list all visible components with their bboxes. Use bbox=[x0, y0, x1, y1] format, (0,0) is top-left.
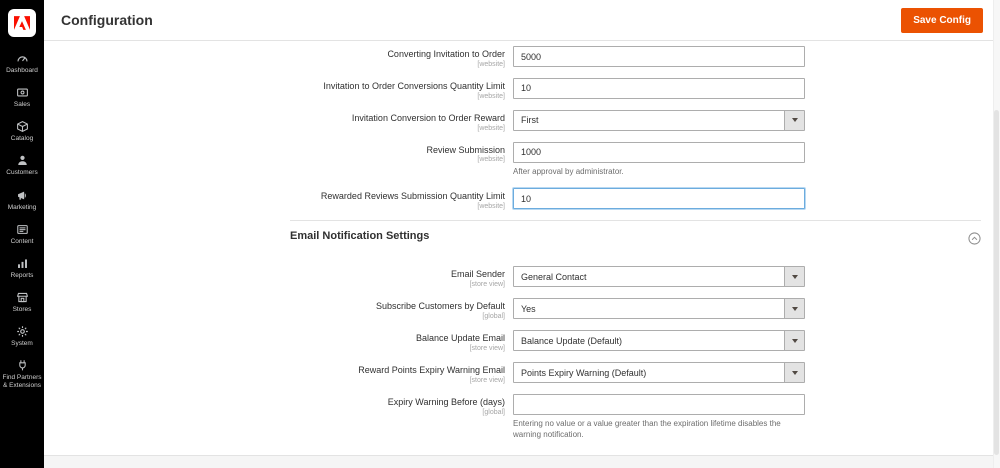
field-scope: [website] bbox=[477, 124, 505, 132]
select-value: First bbox=[521, 115, 539, 126]
field-scope: [global] bbox=[482, 313, 505, 321]
subscribe-customers-default-select[interactable]: Yes bbox=[513, 298, 805, 320]
scrollbar-thumb[interactable] bbox=[994, 110, 999, 455]
field-label: Rewarded Reviews Submission Quantity Lim… bbox=[320, 191, 505, 202]
catalog-icon bbox=[16, 121, 28, 133]
field-scope: [store view] bbox=[469, 281, 505, 289]
sidebar-item-marketing[interactable]: Marketing bbox=[0, 189, 44, 212]
chevron-down-icon bbox=[784, 267, 804, 287]
chevron-down-icon bbox=[784, 363, 804, 383]
field-label: Expiry Warning Before (days) bbox=[387, 396, 505, 407]
sidebar-item-find-partners-extensions[interactable]: Find Partners & Extensions bbox=[0, 359, 44, 390]
field-label: Balance Update Email bbox=[415, 333, 505, 344]
field-row-expiry-warning-before-days: Expiry Warning Before (days) [global] En… bbox=[44, 393, 993, 441]
field-scope: [store view] bbox=[469, 344, 505, 352]
email-notification-settings-section: Email Notification Settings bbox=[290, 220, 981, 245]
field-row-subscribe-customers-default: Subscribe Customers by Default [global] … bbox=[44, 298, 993, 321]
adobe-a-icon bbox=[14, 16, 30, 30]
field-row-converting-invitation-to-order: Converting Invitation to Order [website] bbox=[44, 46, 993, 69]
chevron-up-circle-icon bbox=[968, 232, 981, 245]
field-label: Converting Invitation to Order bbox=[387, 49, 505, 59]
field-label: Review Submission bbox=[426, 144, 505, 155]
sidebar-item-label: Reports bbox=[10, 271, 34, 279]
sidebar-item-label: Content bbox=[10, 237, 34, 245]
sidebar-item-dashboard[interactable]: Dashboard bbox=[0, 52, 44, 75]
sidebar-item-catalog[interactable]: Catalog bbox=[0, 120, 44, 143]
sidebar-item-content[interactable]: Content bbox=[0, 223, 44, 246]
content-icon bbox=[16, 224, 28, 234]
field-row-review-submission: Review Submission [website] After approv… bbox=[44, 141, 993, 178]
customers-icon bbox=[17, 156, 27, 166]
sidebar-item-label: Dashboard bbox=[6, 67, 38, 74]
system-icon bbox=[16, 326, 28, 337]
rewarded-reviews-qty-limit-input[interactable] bbox=[513, 188, 805, 210]
sidebar-nav: Dashboard Sales Catalog Customers Market… bbox=[0, 52, 44, 390]
vertical-scrollbar[interactable] bbox=[993, 0, 1000, 468]
sidebar-item-customers[interactable]: Customers bbox=[0, 154, 44, 177]
sidebar-item-label: Catalog bbox=[10, 135, 34, 143]
chevron-down-icon bbox=[784, 331, 804, 351]
select-value: Yes bbox=[521, 303, 536, 314]
field-scope: [website] bbox=[477, 203, 505, 211]
chevron-down-icon bbox=[784, 110, 804, 130]
section-title: Email Notification Settings bbox=[290, 229, 430, 242]
review-submission-input[interactable] bbox=[513, 141, 805, 163]
sidebar-item-label: Sales bbox=[13, 101, 31, 109]
field-label: Invitation Conversion to Order Reward bbox=[351, 112, 505, 123]
adobe-logo[interactable] bbox=[8, 9, 36, 37]
field-note: Entering no value or a value greater tha… bbox=[513, 418, 781, 439]
sidebar-item-label: Marketing bbox=[7, 203, 37, 211]
sidebar-item-system[interactable]: System bbox=[0, 325, 44, 348]
field-note: After approval by administrator. bbox=[513, 166, 624, 176]
invitation-conversion-reward-select[interactable]: First bbox=[513, 109, 805, 131]
sidebar-item-stores[interactable]: Stores bbox=[0, 291, 44, 314]
config-form: Converting Invitation to Order [website]… bbox=[44, 41, 993, 455]
field-row-invitation-conversion-reward: Invitation Conversion to Order Reward [w… bbox=[44, 109, 993, 133]
field-row-balance-update-email: Balance Update Email [store view] Balanc… bbox=[44, 330, 993, 353]
select-value: Balance Update (Default) bbox=[521, 335, 623, 346]
email-sender-select[interactable]: General Contact bbox=[513, 266, 805, 288]
sidebar-item-label: System bbox=[11, 340, 33, 347]
sidebar-item-label: Find Partners & Extensions bbox=[2, 374, 42, 390]
select-value: General Contact bbox=[521, 271, 587, 282]
balance-update-email-select[interactable]: Balance Update (Default) bbox=[513, 330, 805, 352]
page-title: Configuration bbox=[61, 12, 153, 28]
field-row-email-sender: Email Sender [store view] General Contac… bbox=[44, 266, 993, 289]
sidebar-item-sales[interactable]: Sales bbox=[0, 86, 44, 109]
marketing-icon bbox=[17, 191, 26, 200]
field-label: Invitation to Order Conversions Quantity… bbox=[323, 80, 505, 91]
field-scope: [website] bbox=[477, 92, 505, 100]
sidebar-item-label: Customers bbox=[6, 169, 38, 177]
reward-points-expiry-warning-email-select[interactable]: Points Expiry Warning (Default) bbox=[513, 362, 805, 384]
expiry-warning-before-days-input[interactable] bbox=[513, 393, 805, 415]
field-label: Subscribe Customers by Default bbox=[375, 301, 505, 312]
dashboard-icon bbox=[16, 56, 28, 62]
save-config-button[interactable]: Save Config bbox=[901, 8, 983, 33]
chevron-down-icon bbox=[784, 299, 804, 319]
sales-icon bbox=[16, 88, 28, 97]
admin-sidebar: Dashboard Sales Catalog Customers Market… bbox=[0, 0, 44, 468]
select-value: Points Expiry Warning (Default) bbox=[521, 367, 647, 378]
page-footer bbox=[44, 455, 1000, 468]
reports-icon bbox=[17, 259, 27, 268]
field-scope: [website] bbox=[477, 156, 505, 164]
sidebar-item-label: Stores bbox=[12, 305, 32, 313]
field-scope: [global] bbox=[482, 408, 505, 416]
invitation-order-conversions-qty-limit-input[interactable] bbox=[513, 77, 805, 99]
field-label: Reward Points Expiry Warning Email bbox=[358, 365, 505, 376]
field-row-reward-points-expiry-warning-email: Reward Points Expiry Warning Email [stor… bbox=[44, 362, 993, 385]
collapse-section-button[interactable] bbox=[968, 232, 981, 245]
converting-invitation-to-order-input[interactable] bbox=[513, 46, 805, 67]
field-scope: [website] bbox=[477, 60, 505, 68]
sidebar-item-reports[interactable]: Reports bbox=[0, 257, 44, 280]
page-header: Configuration Save Config bbox=[44, 0, 1000, 41]
field-row-invitation-conversions-qty-limit: Invitation to Order Conversions Quantity… bbox=[44, 77, 993, 101]
field-scope: [store view] bbox=[469, 376, 505, 384]
extensions-icon bbox=[18, 360, 26, 371]
field-label: Email Sender bbox=[450, 269, 505, 280]
field-row-rewarded-reviews-qty-limit: Rewarded Reviews Submission Quantity Lim… bbox=[44, 188, 993, 211]
stores-icon bbox=[16, 292, 28, 302]
